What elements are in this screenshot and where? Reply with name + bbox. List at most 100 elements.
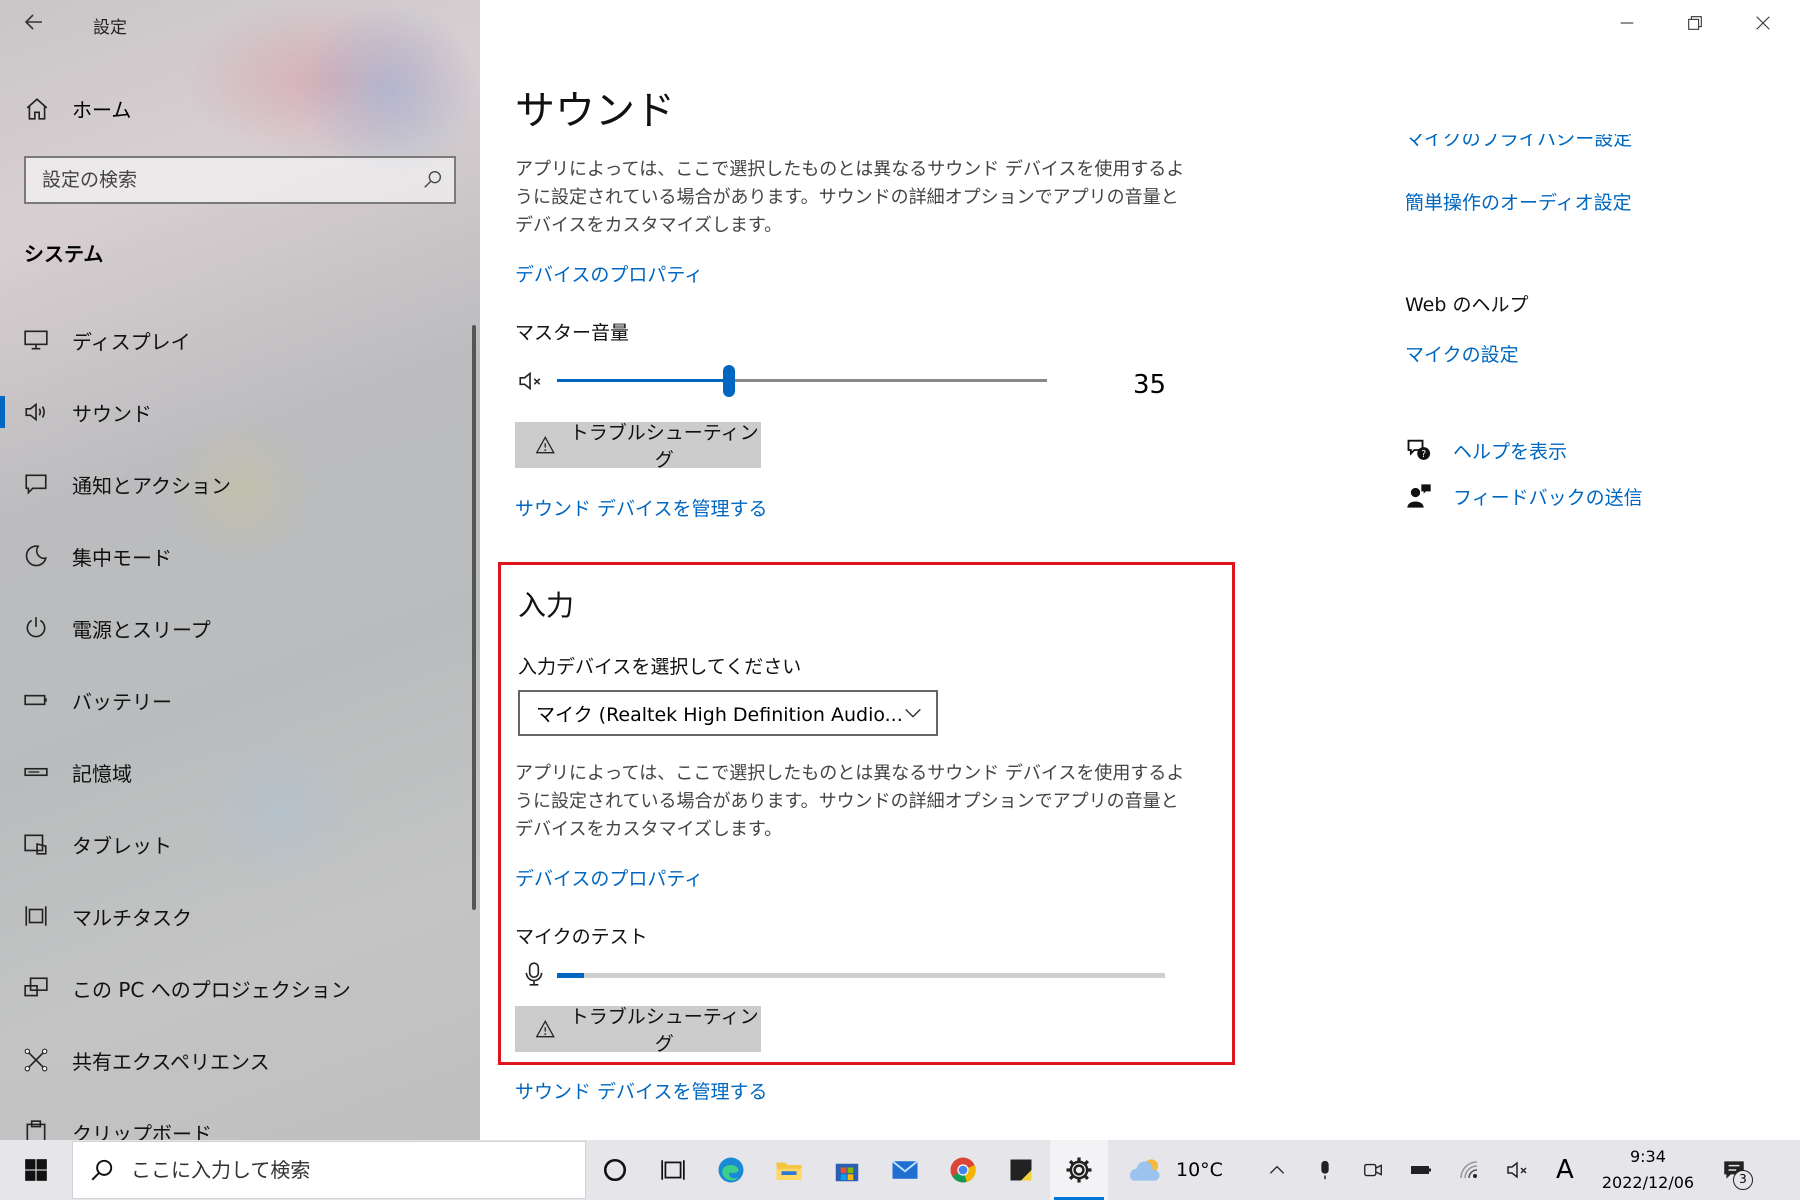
store-icon bbox=[835, 1163, 859, 1182]
sidebar-item-label: 通知とアクション bbox=[72, 473, 231, 498]
sidebar-item-home-label: ホーム bbox=[72, 98, 132, 122]
sidebar-item-display[interactable]: ディスプレイ bbox=[0, 304, 470, 376]
sidebar-item-clipboard[interactable]: クリップボード bbox=[0, 1096, 470, 1140]
taskbar-search-input[interactable] bbox=[131, 1158, 551, 1182]
gear-icon bbox=[1066, 1157, 1092, 1183]
search-icon[interactable] bbox=[422, 168, 444, 190]
mail-app[interactable] bbox=[876, 1140, 934, 1200]
edge-app[interactable] bbox=[702, 1140, 760, 1200]
input-manage-devices-link[interactable]: サウンド デバイスを管理する bbox=[515, 1077, 767, 1104]
tray-network[interactable] bbox=[1445, 1140, 1493, 1200]
settings-app[interactable] bbox=[1050, 1140, 1108, 1200]
cortana-button[interactable] bbox=[586, 1140, 644, 1200]
action-center-button[interactable]: 3 bbox=[1703, 1140, 1765, 1200]
help-link[interactable]: ヘルプを表示 bbox=[1453, 437, 1567, 464]
wifi-icon bbox=[1460, 1161, 1478, 1179]
back-arrow-icon[interactable] bbox=[22, 10, 52, 40]
output-description: アプリによっては、ここで選択したものとは異なるサウンド デバイスを使用するように… bbox=[515, 159, 1185, 236]
ime-indicator[interactable]: A bbox=[1541, 1140, 1589, 1200]
master-volume-thumb[interactable] bbox=[722, 365, 735, 397]
feedback-link[interactable]: フィードバックの送信 bbox=[1453, 483, 1643, 510]
camera-icon bbox=[1364, 1163, 1382, 1177]
sidebar-item-label: バッテリー bbox=[72, 689, 172, 714]
sidebar-item-label: 集中モード bbox=[72, 545, 172, 570]
display-icon bbox=[22, 326, 50, 354]
master-volume-row: 35 bbox=[515, 365, 1195, 406]
sidebar-item-label: サウンド bbox=[72, 401, 152, 426]
feedback-person-icon bbox=[1407, 484, 1431, 508]
home-icon bbox=[26, 97, 48, 120]
sidebar-item-label: 共有エクスペリエンス bbox=[72, 1049, 270, 1074]
tray-battery[interactable] bbox=[1397, 1140, 1445, 1200]
settings-search-input[interactable] bbox=[26, 158, 406, 202]
feedback-item[interactable]: フィードバックの送信 bbox=[1405, 482, 1643, 510]
file-explorer-app[interactable] bbox=[760, 1140, 818, 1200]
cloudy-weather-icon bbox=[1130, 1159, 1160, 1181]
master-volume-label: マスター音量 bbox=[515, 322, 630, 344]
sidebar-item-label: 記憶域 bbox=[72, 761, 132, 786]
power-icon bbox=[22, 614, 50, 642]
sidebar-item-battery[interactable]: バッテリー bbox=[0, 664, 470, 736]
cortana-circle-icon bbox=[603, 1158, 627, 1182]
taskbar-clock[interactable]: 9:34 2022/12/06 bbox=[1593, 1144, 1703, 1196]
task-view-button[interactable] bbox=[644, 1140, 702, 1200]
muted-speaker-icon bbox=[1507, 1161, 1527, 1179]
sidebar-item-label: マルチタスク bbox=[72, 905, 192, 930]
sidebar-item-label: 電源とスリープ bbox=[72, 617, 211, 642]
clipboard-icon bbox=[22, 1118, 50, 1140]
notification-icon bbox=[22, 470, 50, 498]
share-icon bbox=[22, 1046, 50, 1074]
sidebar-item-sound[interactable]: サウンド bbox=[0, 376, 470, 448]
projection-icon bbox=[22, 974, 50, 1002]
tray-microphone[interactable] bbox=[1301, 1140, 1349, 1200]
mic-privacy-link[interactable]: マイクのプライバシー設定 bbox=[1405, 134, 1632, 151]
sidebar-item-notifications[interactable]: 通知とアクション bbox=[0, 448, 470, 520]
master-volume-slider[interactable] bbox=[557, 365, 1047, 397]
task-view-icon bbox=[661, 1160, 685, 1180]
store-app[interactable] bbox=[818, 1140, 876, 1200]
chrome-icon bbox=[950, 1157, 976, 1183]
muted-speaker-icon[interactable] bbox=[515, 368, 545, 398]
sidebar-item-focus[interactable]: 集中モード bbox=[0, 520, 470, 592]
settings-search-box[interactable] bbox=[24, 156, 456, 204]
sidebar-item-multitask[interactable]: マルチタスク bbox=[0, 880, 470, 952]
weather-widget[interactable]: 10°C bbox=[1126, 1154, 1223, 1186]
section-title-system: システム bbox=[24, 242, 104, 266]
battery-icon bbox=[22, 686, 50, 714]
app-title: 設定 bbox=[93, 18, 127, 38]
clock-time: 9:34 bbox=[1629, 1147, 1666, 1166]
sidebar-item-storage[interactable]: 記憶域 bbox=[0, 736, 470, 808]
tray-volume[interactable] bbox=[1493, 1140, 1541, 1200]
taskbar: 10°C A 9:34 2022/12/06 3 bbox=[0, 1140, 1800, 1200]
help-item[interactable]: ? ヘルプを表示 bbox=[1405, 436, 1567, 464]
mic-settings-link[interactable]: マイクの設定 bbox=[1405, 340, 1519, 367]
chevron-up-icon bbox=[1269, 1165, 1285, 1174]
search-icon bbox=[91, 1159, 113, 1181]
input-section-highlight bbox=[498, 562, 1235, 1065]
start-button[interactable] bbox=[0, 1140, 72, 1200]
page-title: サウンド bbox=[515, 88, 675, 134]
tray-meet-now[interactable] bbox=[1349, 1140, 1397, 1200]
sticky-notes-app[interactable] bbox=[992, 1140, 1050, 1200]
master-volume-value: 35 bbox=[1133, 370, 1167, 400]
output-troubleshoot-button[interactable]: トラブルシューティング bbox=[515, 422, 761, 471]
sidebar-item-label: タブレット bbox=[72, 833, 172, 858]
output-manage-devices-link[interactable]: サウンド デバイスを管理する bbox=[515, 494, 767, 521]
system-tray: A bbox=[1253, 1140, 1589, 1200]
accessibility-audio-link[interactable]: 簡単操作のオーディオ設定 bbox=[1405, 188, 1632, 215]
tray-overflow-button[interactable] bbox=[1253, 1140, 1301, 1200]
sidebar-item-share[interactable]: 共有エクスペリエンス bbox=[0, 1024, 470, 1096]
chrome-app[interactable] bbox=[934, 1140, 992, 1200]
tablet-icon bbox=[22, 830, 50, 858]
partial-link-clip: マイクのプライバシー設定 bbox=[1405, 134, 1785, 154]
sidebar-item-power[interactable]: 電源とスリープ bbox=[0, 592, 470, 664]
sidebar-item-tablet[interactable]: タブレット bbox=[0, 808, 470, 880]
sidebar-item-projection[interactable]: この PC へのプロジェクション bbox=[0, 952, 470, 1024]
sidebar-item-home[interactable]: ホーム bbox=[24, 94, 131, 123]
sidebar-scrollbar[interactable] bbox=[472, 325, 476, 910]
output-device-properties-link[interactable]: デバイスのプロパティ bbox=[515, 260, 703, 287]
storage-icon bbox=[22, 758, 50, 786]
sidebar-nav: ディスプレイ サウンド 通知とアクション 集中モード 電源とスリープ バッテリー… bbox=[0, 304, 470, 1140]
moon-icon bbox=[22, 542, 50, 570]
taskbar-search-box[interactable] bbox=[72, 1141, 586, 1199]
